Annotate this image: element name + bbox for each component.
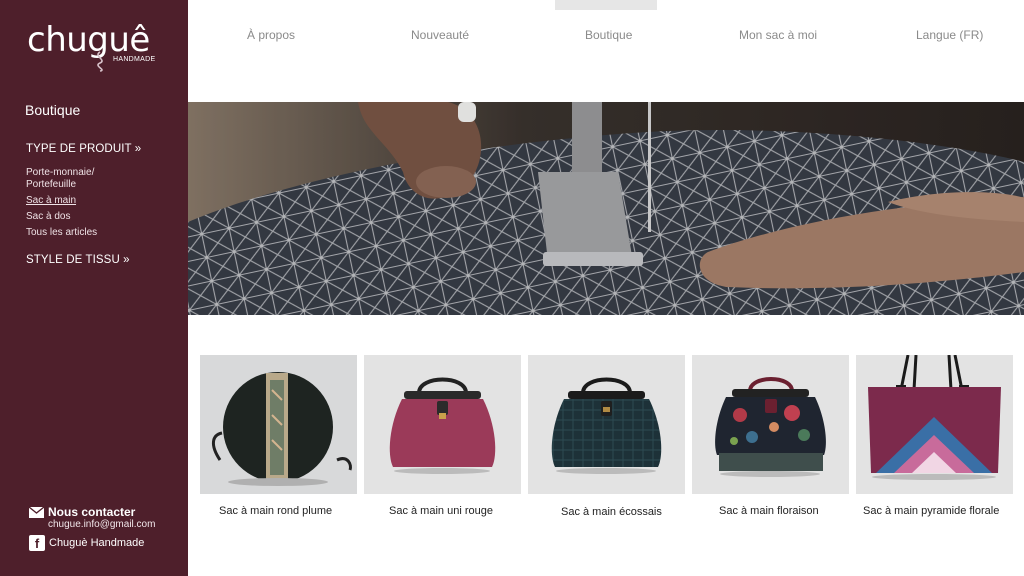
product-image-round-bag[interactable] [200, 355, 357, 494]
contact-title[interactable]: Nous contacter [48, 505, 135, 519]
nav-item-new[interactable]: Nouveauté [411, 28, 469, 42]
product-card[interactable] [364, 355, 521, 494]
floral-bag-icon [692, 355, 849, 494]
top-nav: À propos Nouveauté Boutique Mon sac à mo… [188, 0, 1024, 70]
sidebar-link-handbag[interactable]: Sac à main [26, 195, 176, 207]
sidebar-link-wallet[interactable]: Porte-monnaie/ Portefeuille [26, 167, 116, 191]
product-image-pyramid-bag[interactable] [856, 355, 1013, 494]
product-image-red-bag[interactable] [364, 355, 521, 494]
nav-active-indicator [555, 0, 657, 10]
sidebar-link-backpack[interactable]: Sac à dos [26, 211, 176, 223]
product-card[interactable] [692, 355, 849, 494]
product-image-tartan-bag[interactable] [528, 355, 685, 494]
red-bag-icon [364, 355, 521, 494]
product-name-pyramid-bag[interactable]: Sac à main pyramide florale [863, 505, 999, 517]
product-name-floral-bag[interactable]: Sac à main floraison [719, 505, 819, 517]
facebook-link[interactable]: f Chuguè Handmade [29, 535, 144, 551]
hero-banner [188, 102, 1024, 315]
product-name-red-bag[interactable]: Sac à main uni rouge [389, 505, 493, 517]
sidebar: chuguê HANDMADE Boutique TYPE DE PRODUIT… [0, 0, 188, 576]
nav-item-language[interactable]: Langue (FR) [916, 28, 983, 42]
contact-email[interactable]: chugue.info@gmail.com [48, 519, 155, 530]
round-bag-icon [200, 355, 357, 494]
sidebar-link-all-items[interactable]: Tous les articles [26, 227, 176, 239]
nav-item-about[interactable]: À propos [247, 28, 295, 42]
facebook-label: Chuguè Handmade [49, 537, 145, 549]
brand-tagline: HANDMADE [113, 56, 156, 63]
sewing-machine-photo [188, 102, 1024, 315]
swirl-icon [97, 51, 103, 72]
pyramid-bag-icon [856, 355, 1013, 494]
sidebar-title: Boutique [25, 102, 81, 118]
product-card[interactable] [200, 355, 357, 494]
facebook-icon: f [29, 535, 45, 551]
sidebar-section-product-type[interactable]: TYPE DE PRODUIT » [26, 143, 141, 155]
sidebar-section-fabric-style[interactable]: STYLE DE TISSU » [26, 254, 130, 266]
product-card[interactable] [856, 355, 1013, 494]
mail-icon [29, 506, 44, 518]
nav-item-my-bag[interactable]: Mon sac à moi [739, 28, 817, 42]
contact-block: Nous contacter chugue.info@gmail.com [29, 505, 155, 530]
product-card[interactable] [528, 355, 685, 494]
brand-logo[interactable]: chuguê HANDMADE [27, 20, 162, 72]
product-name-round-bag[interactable]: Sac à main rond plume [219, 505, 332, 517]
tartan-bag-icon [528, 355, 685, 494]
sidebar-links: Porte-monnaie/ Portefeuille Sac à main S… [26, 167, 176, 243]
product-image-floral-bag[interactable] [692, 355, 849, 494]
nav-item-shop[interactable]: Boutique [585, 28, 632, 42]
product-name-tartan-bag[interactable]: Sac à main écossais [561, 506, 662, 518]
